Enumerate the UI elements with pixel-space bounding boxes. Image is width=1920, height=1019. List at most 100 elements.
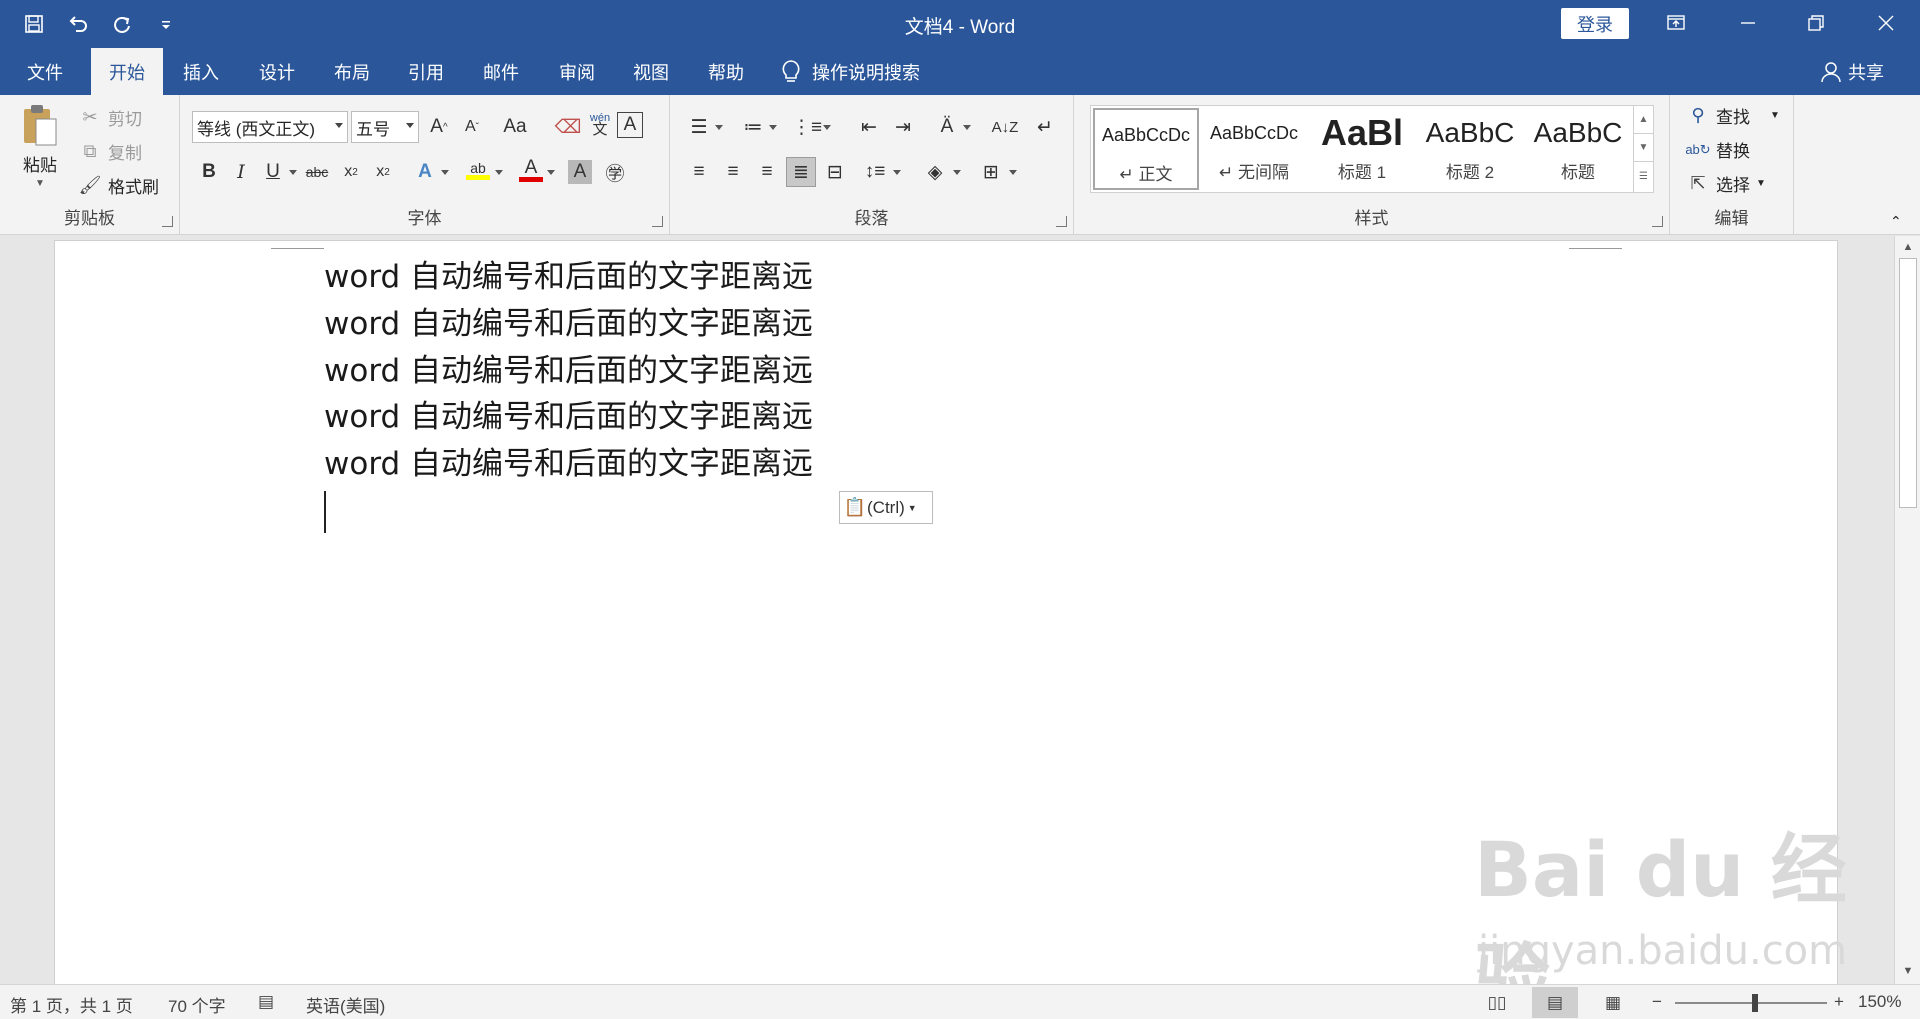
align-left-icon[interactable]: ≡ — [684, 157, 714, 187]
style-title[interactable]: AaBbC 标题 — [1525, 108, 1631, 190]
asian-layout-icon[interactable]: Ä — [932, 112, 962, 142]
underline-dropdown[interactable] — [288, 157, 298, 187]
bullets-dropdown[interactable] — [714, 112, 724, 142]
collapse-ribbon-icon[interactable]: ⌃ — [1890, 213, 1902, 230]
proofing-icon[interactable]: ▤ — [258, 992, 274, 1012]
ribbon-display-options-icon[interactable] — [1642, 0, 1710, 46]
shrink-font-icon[interactable]: Aˇ — [457, 112, 487, 142]
tab-review[interactable]: 审阅 — [546, 48, 608, 95]
distributed-icon[interactable]: ⊟ — [820, 157, 850, 187]
tab-references[interactable]: 引用 — [395, 48, 457, 95]
style-normal[interactable]: AaBbCcDc ↵ 正文 — [1093, 108, 1199, 190]
font-size-select[interactable]: 五号 — [351, 111, 419, 143]
numbering-icon[interactable]: ≔ — [738, 112, 768, 142]
font-color-dropdown[interactable] — [546, 157, 556, 187]
tab-layout[interactable]: 布局 — [321, 48, 383, 95]
italic-button[interactable]: I — [226, 157, 256, 187]
numbering-dropdown[interactable] — [768, 112, 778, 142]
multilevel-list-icon[interactable]: ⋮≡ — [792, 112, 822, 142]
print-layout-icon[interactable]: ▤ — [1532, 987, 1578, 1018]
tab-home[interactable]: 开始 — [91, 48, 163, 95]
underline-button[interactable]: U — [258, 157, 288, 187]
justify-icon[interactable]: ≣ — [786, 157, 816, 187]
style-heading-1[interactable]: AaBl 标题 1 — [1309, 108, 1415, 190]
zoom-slider-thumb[interactable] — [1752, 994, 1758, 1012]
login-button[interactable]: 登录 — [1561, 8, 1629, 39]
highlight-icon[interactable]: ab — [463, 155, 493, 185]
style-no-spacing[interactable]: AaBbCcDc ↵ 无间隔 — [1201, 108, 1307, 190]
character-shading-icon[interactable]: A — [568, 160, 592, 184]
decrease-indent-icon[interactable]: ⇤ — [854, 112, 884, 142]
select-button[interactable]: ⇱ 选择 ▼ — [1686, 171, 1765, 196]
read-mode-icon[interactable]: ▯▯ — [1474, 987, 1520, 1018]
font-color-icon[interactable]: A — [516, 155, 546, 185]
find-button[interactable]: ⚲ 查找 ▼ — [1686, 103, 1780, 128]
sort-icon[interactable]: A↓Z — [990, 112, 1020, 142]
align-right-icon[interactable]: ≡ — [752, 157, 782, 187]
shading-icon[interactable]: ◈ — [920, 157, 950, 187]
text-effects-dropdown[interactable] — [440, 157, 450, 187]
subscript-icon[interactable]: x2 — [336, 157, 366, 187]
bold-button[interactable]: B — [194, 157, 224, 187]
style-heading-2[interactable]: AaBbC 标题 2 — [1417, 108, 1523, 190]
bullets-icon[interactable]: ☰ — [684, 112, 714, 142]
tab-mailings[interactable]: 邮件 — [470, 48, 532, 95]
change-case-button[interactable]: Aa — [496, 112, 534, 142]
highlight-dropdown[interactable] — [494, 157, 504, 187]
character-border-icon[interactable]: A — [617, 112, 643, 138]
multilevel-dropdown[interactable] — [822, 112, 832, 142]
font-launcher-icon[interactable] — [652, 216, 663, 227]
language[interactable]: 英语(美国) — [306, 992, 385, 1017]
replace-button[interactable]: ab↻ 替换 — [1685, 137, 1750, 162]
restore-icon[interactable] — [1782, 0, 1850, 46]
align-center-icon[interactable]: ≡ — [718, 157, 748, 187]
zoom-out-button[interactable]: − — [1652, 992, 1662, 1012]
text-effects-icon[interactable]: A — [410, 157, 440, 187]
increase-indent-icon[interactable]: ⇥ — [888, 112, 918, 142]
tab-view[interactable]: 视图 — [620, 48, 682, 95]
scroll-down-icon[interactable]: ▼ — [1899, 962, 1917, 980]
paragraph-launcher-icon[interactable] — [1056, 216, 1067, 227]
cut-button[interactable]: ✂ 剪切 — [78, 105, 142, 130]
superscript-icon[interactable]: x2 — [368, 157, 398, 187]
share-button[interactable]: 共享 — [1820, 48, 1884, 95]
zoom-level[interactable]: 150% — [1858, 992, 1901, 1012]
shading-dropdown[interactable] — [952, 157, 962, 187]
paste-options-button[interactable]: 📋 (Ctrl) ▼ — [839, 491, 933, 524]
show-marks-icon[interactable]: ↵ — [1030, 112, 1060, 142]
scroll-thumb[interactable] — [1899, 258, 1917, 508]
tab-insert[interactable]: 插入 — [170, 48, 232, 95]
styles-up-icon[interactable]: ▲ — [1634, 106, 1653, 134]
tab-design[interactable]: 设计 — [246, 48, 308, 95]
asian-layout-dropdown[interactable] — [962, 112, 972, 142]
minimize-icon[interactable] — [1714, 0, 1782, 46]
copy-button[interactable]: ⧉ 复制 — [78, 139, 142, 164]
word-count[interactable]: 70 个字 — [168, 992, 226, 1017]
borders-dropdown[interactable] — [1008, 157, 1018, 187]
vertical-scrollbar[interactable]: ▲ ▼ — [1894, 236, 1920, 984]
tab-help[interactable]: 帮助 — [695, 48, 757, 95]
clipboard-launcher-icon[interactable] — [162, 216, 173, 227]
grow-font-icon[interactable]: A ^ — [424, 112, 454, 142]
clear-formatting-icon[interactable]: ⌫ — [553, 112, 583, 142]
tell-me-search[interactable]: 操作说明搜索 — [780, 48, 920, 95]
paste-button[interactable]: 粘贴 ▼ — [20, 103, 60, 189]
web-layout-icon[interactable]: ▦ — [1590, 987, 1636, 1018]
line-spacing-icon[interactable]: ↕≡ — [860, 157, 890, 187]
strikethrough-button[interactable]: abc — [302, 157, 332, 187]
page-count[interactable]: 第 1 页，共 1 页 — [10, 992, 133, 1017]
line-spacing-dropdown[interactable] — [892, 157, 902, 187]
borders-icon[interactable]: ⊞ — [976, 157, 1006, 187]
format-painter-button[interactable]: 🖌 格式刷 — [78, 173, 159, 198]
scroll-up-icon[interactable]: ▲ — [1899, 238, 1917, 256]
close-icon[interactable] — [1852, 0, 1920, 46]
phonetic-guide-icon[interactable]: wén 文 — [585, 109, 615, 139]
zoom-in-button[interactable]: + — [1834, 992, 1844, 1012]
styles-more-icon[interactable]: ☰ — [1634, 162, 1653, 190]
font-name-select[interactable]: 等线 (西文正文) — [192, 111, 348, 143]
tab-file[interactable]: 文件 — [14, 48, 76, 95]
styles-down-icon[interactable]: ▼ — [1634, 134, 1653, 162]
zoom-slider[interactable] — [1675, 1002, 1827, 1004]
enclose-characters-icon[interactable]: ㊫ — [600, 157, 630, 187]
styles-launcher-icon[interactable] — [1652, 216, 1663, 227]
